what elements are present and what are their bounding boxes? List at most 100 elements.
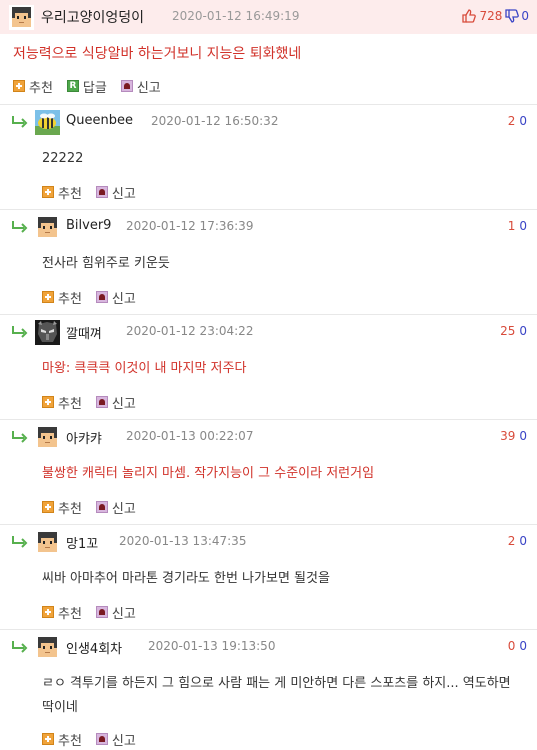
comment-actions: 추천 신고 [42,288,150,307]
alarm-bell-icon [95,733,108,745]
author-avatar[interactable] [9,5,34,30]
commenter-avatar[interactable] [35,215,60,240]
report-label: 신고 [111,291,136,307]
comment-author[interactable]: 깔때껴 [66,323,102,342]
comment-body: 씨바 아마추어 마라톤 경기라도 한번 나가보면 될것을 [42,571,330,586]
comment-author[interactable]: 아캬캬 [66,428,102,447]
recommend-label: 추천 [58,186,82,202]
report-button[interactable]: 신고 [95,288,136,307]
comment-item: 아캬캬 2020-01-13 00:22:07 39 0 불쌍한 캐릭터 놀리지 … [0,419,537,524]
plus-box-icon [42,606,54,618]
comment-item: 깔때껴 2020-01-12 23:04:22 25 0 마왕: 큭큭큭 이것이 … [0,314,537,419]
comment-author[interactable]: 인생4회차 [66,638,122,657]
alarm-bell-icon [95,501,108,513]
alarm-bell-icon [95,291,108,303]
comment-up-count[interactable]: 25 [500,324,515,338]
comment-date: 2020-01-13 00:22:07 [126,429,254,443]
comment-actions: 추천 신고 [42,498,150,517]
recommend-label: 추천 [58,291,82,307]
comment-item: 인생4회차 2020-01-13 19:13:50 00 ㄹㅇ 격투기를 하든지… [0,629,537,750]
down-vote-count: 0 [521,9,529,23]
recommend-button[interactable]: 추천 [42,730,82,749]
comment-votes: 20 [508,534,527,548]
commenter-avatar[interactable] [35,530,60,555]
report-label: 신고 [136,80,161,96]
reply-r-icon: R [66,80,79,92]
comment-date: 2020-01-12 17:36:39 [126,219,254,233]
alarm-bell-icon [120,80,133,92]
comment-down-count[interactable]: 0 [519,114,527,128]
post-header: 우리고양이엉덩이 2020-01-12 16:49:19 728 0 [0,0,537,34]
recommend-button[interactable]: 추천 [42,288,82,307]
post-author[interactable]: 우리고양이엉덩이 [41,7,144,27]
plus-box-icon [42,396,54,408]
comment-votes: 25 0 [500,324,527,338]
reply-label: 답글 [82,80,107,96]
comment-actions: 추천 신고 [42,393,150,412]
comment-author[interactable]: 망1꼬 [66,533,98,552]
report-button[interactable]: 신고 [95,730,136,749]
comment-item: 망1꼬 2020-01-13 13:47:35 20 씨바 아마추어 마라톤 경… [0,524,537,629]
alarm-bell-icon [95,396,108,408]
recommend-button[interactable]: 추천 [42,393,82,412]
recommend-button[interactable]: 추천 [42,183,82,202]
alarm-bell-icon [95,606,108,618]
comment-down-count[interactable]: 0 [519,324,527,338]
comment-actions: 추천 신고 [42,183,150,202]
comment-date: 2020-01-12 23:04:22 [126,324,254,338]
comment-down-count[interactable]: 0 [519,219,527,233]
thumbs-down-icon[interactable] [505,9,520,23]
reply-button[interactable]: R 답글 [66,77,107,96]
plus-box-icon [13,80,25,92]
comment-author[interactable]: Bilver9 [66,218,111,233]
report-button[interactable]: 신고 [95,498,136,517]
post-date: 2020-01-12 16:49:19 [172,9,300,23]
commenter-avatar[interactable] [35,635,60,660]
reply-arrow-icon [11,115,29,129]
recommend-button[interactable]: 추천 [42,498,82,517]
comment-down-count[interactable]: 0 [519,639,527,653]
up-vote-count: 728 [479,9,503,23]
report-button[interactable]: 신고 [120,77,161,96]
recommend-label: 추천 [58,396,82,412]
comment-date: 2020-01-13 13:47:35 [119,534,247,548]
comment-down-count[interactable]: 0 [519,534,527,548]
comment-author[interactable]: Queenbee [66,113,133,128]
comment-votes: 00 [508,639,527,653]
comment-item: Bilver9 2020-01-12 17:36:39 10 전사라 힘위주로 … [0,209,537,314]
report-button[interactable]: 신고 [95,603,136,622]
report-label: 신고 [111,396,136,412]
commenter-avatar[interactable] [35,320,60,345]
report-label: 신고 [111,606,136,622]
comment-up-count[interactable]: 2 [508,534,516,548]
comment-up-count[interactable]: 2 [508,114,516,128]
comment-up-count[interactable]: 0 [508,639,516,653]
report-button[interactable]: 신고 [95,393,136,412]
plus-box-icon [42,186,54,198]
post-actions: 추천 R 답글 신고 [13,77,175,96]
comment-body: 22222 [42,151,84,166]
comment-votes: 39 0 [500,429,527,443]
comment-actions: 추천 신고 [42,730,150,749]
commenter-avatar[interactable] [35,110,60,135]
comment-date: 2020-01-12 16:50:32 [151,114,279,128]
recommend-label: 추천 [58,733,82,749]
comment-up-count[interactable]: 1 [508,219,516,233]
plus-box-icon [42,501,54,513]
report-button[interactable]: 신고 [95,183,136,202]
report-label: 신고 [111,733,136,749]
thumbs-up-icon[interactable] [462,9,477,23]
reply-arrow-icon [11,640,29,654]
comment-body: 전사라 힘위주로 키운듯 [42,256,170,271]
commenter-avatar[interactable] [35,425,60,450]
post-title: 저능력으로 식당알바 하는거보니 지능은 퇴화했네 [13,46,302,62]
comment-votes: 10 [508,219,527,233]
recommend-button[interactable]: 추천 [42,603,82,622]
reply-arrow-icon [11,220,29,234]
reply-arrow-icon [11,535,29,549]
comment-body: 마왕: 큭큭큭 이것이 내 마지막 저주다 [42,361,247,376]
comment-down-count[interactable]: 0 [519,429,527,443]
recommend-label: 추천 [58,606,82,622]
recommend-button[interactable]: 추천 [13,77,53,96]
comment-up-count[interactable]: 39 [500,429,515,443]
